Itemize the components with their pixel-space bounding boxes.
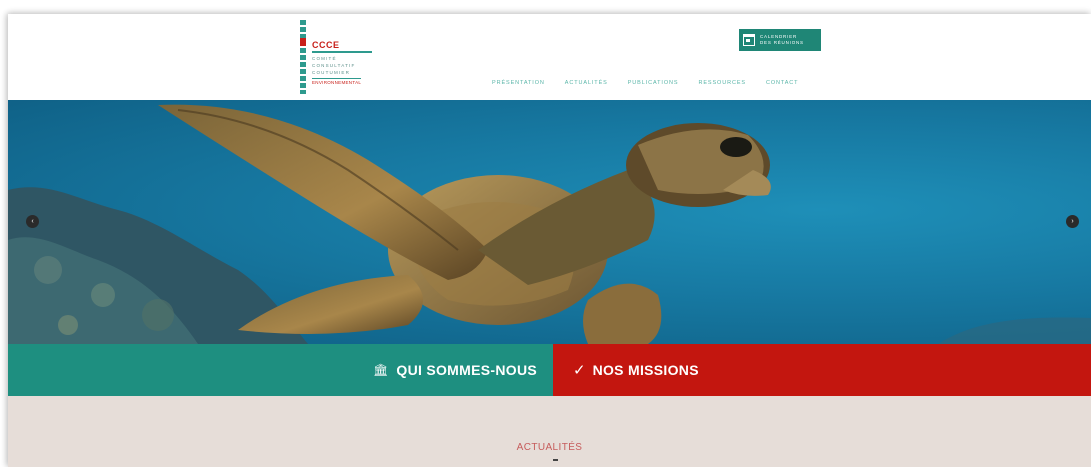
nav-item-actualites[interactable]: ACTUALITÉS [565, 80, 608, 86]
slider-next-button[interactable]: › [1066, 215, 1079, 228]
logo-line: COMITÉ [312, 56, 337, 61]
page: CCCE COMITÉ CONSULTATIF COUTUMIER ENVIRO… [8, 14, 1091, 467]
nav-item-presentation[interactable]: PRÉSENTATION [492, 80, 545, 86]
calendar-button[interactable]: CALENDRIER DES RÉUNIONS [739, 29, 821, 51]
our-missions-link[interactable]: ✓ NOS MISSIONS [553, 344, 1091, 396]
news-section: ACTUALITÉS [8, 396, 1091, 467]
logo-line: CONSULTATIF [312, 63, 356, 68]
check-icon: ✓ [573, 362, 586, 379]
calendar-label-line2: DES RÉUNIONS [760, 40, 804, 45]
site-logo[interactable]: CCCE COMITÉ CONSULTATIF COUTUMIER ENVIRO… [298, 20, 378, 98]
site-header: CCCE COMITÉ CONSULTATIF COUTUMIER ENVIRO… [8, 14, 1091, 100]
nav-item-publications[interactable]: PUBLICATIONS [628, 80, 679, 86]
slider-prev-button[interactable]: ‹ [26, 215, 39, 228]
who-are-we-label: QUI SOMMES-NOUS [396, 362, 537, 378]
logo-line: COUTUMIER [312, 70, 351, 75]
logo-bar [300, 20, 306, 94]
nav-item-ressources[interactable]: RESSOURCES [698, 80, 746, 86]
our-missions-label: NOS MISSIONS [592, 362, 699, 378]
calendar-icon [743, 34, 755, 46]
hero-slider: ‹ › [8, 100, 1091, 344]
building-icon: 🏛 [373, 363, 389, 377]
news-title: ACTUALITÉS [516, 442, 583, 453]
sea-turtle-image [8, 104, 1091, 344]
news-divider [553, 459, 558, 461]
logo-title: CCCE [312, 40, 340, 50]
logo-line: ENVIRONNEMENTAL [312, 78, 362, 85]
nav-item-contact[interactable]: CONTACT [766, 80, 798, 86]
main-nav: PRÉSENTATION ACTUALITÉS PUBLICATIONS RES… [492, 80, 798, 86]
who-are-we-link[interactable]: 🏛 QUI SOMMES-NOUS [8, 344, 553, 396]
